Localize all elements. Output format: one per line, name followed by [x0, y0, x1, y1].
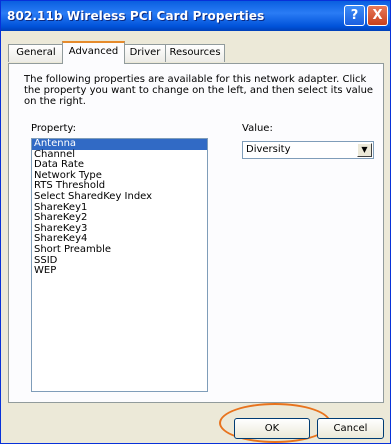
tab-general[interactable]: General [8, 44, 64, 62]
value-selected: Diversity [246, 144, 291, 155]
list-item-ssid[interactable]: SSID [32, 255, 207, 267]
description-text: The following properties are available f… [24, 74, 374, 107]
ok-button[interactable]: OK [234, 418, 310, 439]
tab-driver[interactable]: Driver [124, 44, 166, 62]
title-bar[interactable]: 802.11b Wireless PCI Card Properties ? X [1, 1, 390, 31]
property-label: Property: [31, 123, 76, 134]
property-list[interactable]: Antenna Channel Data Rate Network Type R… [31, 138, 208, 392]
list-item-wep[interactable]: WEP [32, 266, 207, 277]
value-label: Value: [242, 123, 273, 134]
tab-resources[interactable]: Resources [165, 44, 225, 62]
window-title: 802.11b Wireless PCI Card Properties [7, 9, 265, 23]
tab-advanced[interactable]: Advanced [62, 41, 125, 64]
close-button[interactable]: X [367, 5, 388, 26]
properties-dialog: 802.11b Wireless PCI Card Properties ? X… [0, 0, 391, 444]
cancel-button[interactable]: Cancel [317, 418, 384, 439]
help-button[interactable]: ? [344, 5, 365, 26]
list-item-select-sharedkey-index[interactable]: Select SharedKey Index [32, 191, 207, 203]
dropdown-arrow-icon[interactable]: ▼ [357, 143, 372, 157]
list-item-short-preamble[interactable]: Short Preamble [32, 244, 207, 256]
list-item-antenna[interactable]: Antenna [32, 138, 207, 150]
value-dropdown[interactable]: Diversity ▼ [242, 141, 374, 159]
